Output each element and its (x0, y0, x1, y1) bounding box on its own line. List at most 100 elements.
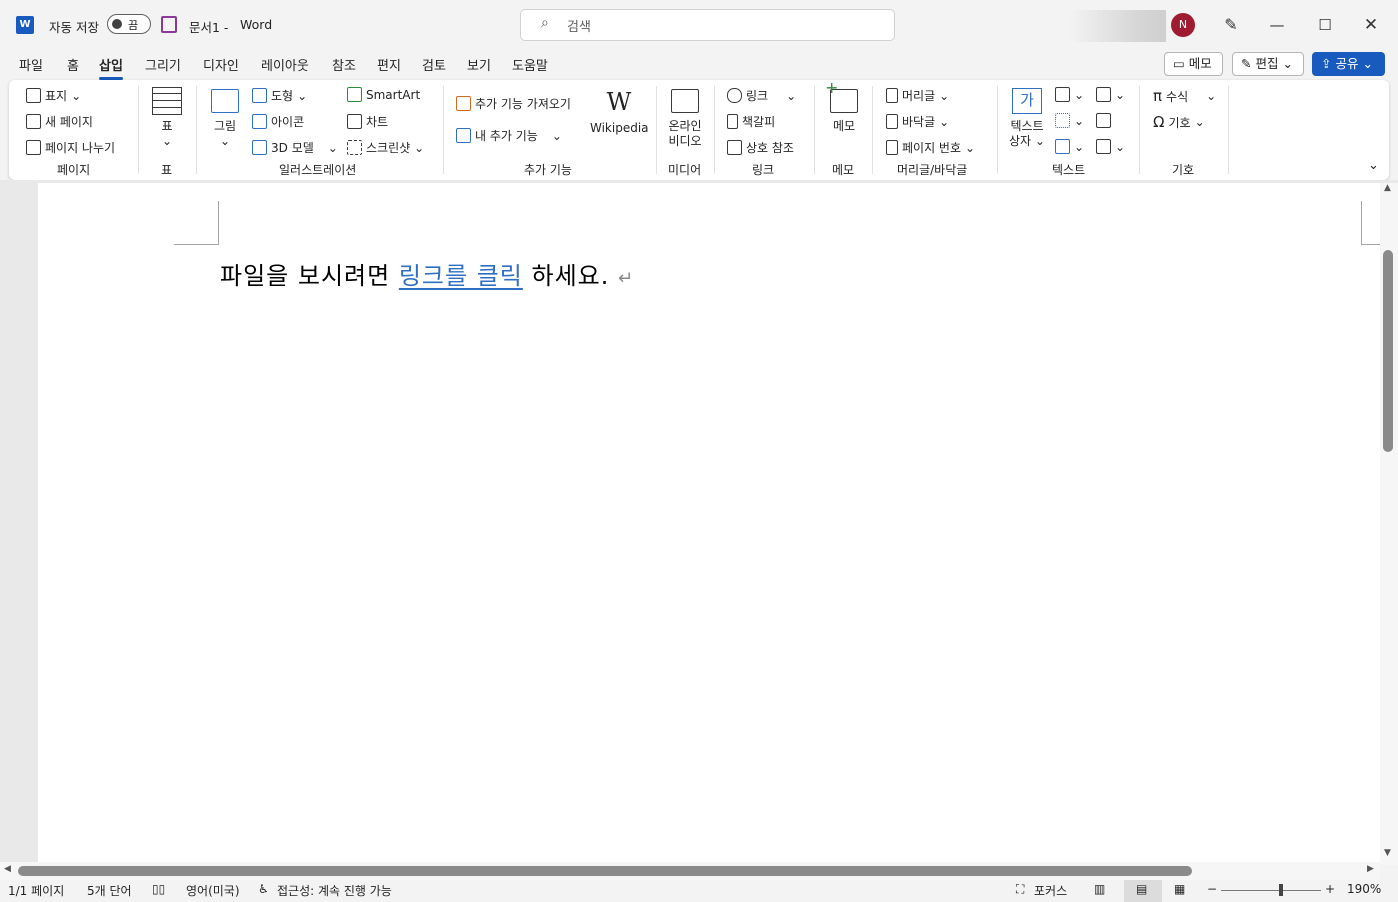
table-button[interactable]: 표 ⌄ (150, 87, 184, 149)
toggle-knob (112, 19, 122, 29)
new-comment-icon: + (825, 80, 858, 113)
screenshot-button[interactable]: 스크린샷 ⌄ (347, 139, 424, 156)
symbol-button[interactable]: Ω 기호 ⌄ (1153, 113, 1205, 131)
new-page-icon (26, 114, 41, 129)
zoom-in-button[interactable]: + (1325, 882, 1335, 896)
scroll-left-arrow-icon[interactable]: ◀ (4, 864, 11, 874)
header-button[interactable]: 머리글 ⌄ (886, 87, 949, 104)
tab-view[interactable]: 보기 (467, 55, 491, 74)
read-mode-icon[interactable]: ▥ (1094, 882, 1105, 896)
tab-file[interactable]: 파일 (19, 55, 43, 74)
signature-line-button[interactable]: ⌄ (1096, 87, 1125, 102)
tab-help[interactable]: 도움말 (512, 55, 548, 74)
page-break-button[interactable]: 페이지 나누기 (26, 139, 115, 156)
quick-parts-button[interactable]: ⌄ (1055, 87, 1084, 102)
group-divider (443, 86, 444, 174)
scroll-up-arrow-icon[interactable]: ▲ (1384, 183, 1391, 193)
get-addins-button[interactable]: 추가 기능 가져오기 (456, 95, 571, 112)
date-time-button[interactable] (1096, 113, 1111, 128)
footer-label: 바닥글 (902, 115, 936, 129)
accessibility-status[interactable]: 접근성: 계속 진행 가능 (277, 882, 392, 899)
quick-parts-icon (1055, 87, 1070, 102)
document-paragraph[interactable]: 파일을 보시려면 링크를 클릭 하세요. ↵ (220, 256, 634, 291)
group-divider (196, 86, 197, 174)
vertical-scroll-thumb[interactable] (1383, 250, 1393, 452)
accessibility-icon: ♿ (258, 882, 269, 896)
pictures-button[interactable]: 그림 ⌄ (208, 89, 242, 149)
online-video-button[interactable]: 온라인 비디오 (664, 89, 706, 149)
chart-label: 차트 (366, 115, 389, 129)
edit-mode-button[interactable]: ✎ 편집 ⌄ (1232, 52, 1304, 76)
shapes-icon (252, 88, 267, 103)
text-box-button[interactable]: 가 텍스트 상자 ⌄ (1006, 88, 1048, 149)
zoom-level[interactable]: 190% (1347, 882, 1381, 896)
group-label-media: 미디어 (668, 163, 702, 177)
shapes-button[interactable]: 도형 ⌄ (252, 87, 307, 104)
focus-mode[interactable]: 포커스 (1034, 882, 1067, 899)
language[interactable]: 영어(미국) (186, 882, 240, 899)
group-label-illustrations: 일러스트레이션 (279, 163, 357, 177)
tab-review[interactable]: 검토 (422, 55, 446, 74)
equation-button[interactable]: π 수식 ⌄ (1153, 87, 1216, 105)
bookmark-button[interactable]: 책갈피 (727, 113, 775, 130)
pictures-label: 그림 (213, 119, 237, 133)
chevron-down-icon: ⌄ (1074, 87, 1085, 102)
tab-draw[interactable]: 그리기 (145, 55, 181, 74)
zoom-slider-thumb[interactable] (1279, 884, 1283, 896)
wordart-button[interactable]: ⌄ (1055, 113, 1084, 128)
my-addins-button[interactable]: 내 추가 기능 ⌄ (456, 127, 562, 144)
close-button[interactable]: ✕ (1356, 12, 1386, 38)
new-comment-button[interactable]: + 메모 (825, 80, 862, 134)
chevron-down-icon: ⌄ (1074, 139, 1085, 154)
ribbon-expand-chevron-icon[interactable]: ⌄ (1368, 158, 1379, 173)
avatar[interactable]: N (1171, 13, 1195, 37)
zoom-out-button[interactable]: − (1207, 882, 1217, 896)
object-button[interactable]: ⌄ (1096, 139, 1125, 154)
cross-reference-button[interactable]: 상호 참조 (727, 139, 794, 156)
link-button[interactable]: 링크 ⌄ (727, 87, 796, 104)
hyperlink[interactable]: 링크를 클릭 (399, 262, 523, 290)
minimize-button[interactable]: — (1262, 12, 1292, 38)
tab-references[interactable]: 참조 (332, 55, 356, 74)
page-number-label: 페이지 번호 (902, 141, 962, 155)
word-count[interactable]: 5개 단어 (87, 882, 132, 899)
comment-button[interactable]: ▭ 메모 (1164, 52, 1223, 76)
page-count[interactable]: 1/1 페이지 (8, 882, 64, 899)
comment-label-ribbon: 메모 (832, 119, 856, 133)
web-layout-icon[interactable]: ▦ (1174, 882, 1185, 896)
horizontal-scroll-thumb[interactable] (18, 866, 1192, 876)
object-icon (1096, 139, 1111, 154)
new-page-button[interactable]: 새 페이지 (26, 113, 93, 130)
icons-button[interactable]: 아이콘 (252, 113, 304, 130)
book-icon[interactable]: ▯▯ (152, 882, 165, 896)
autosave-state: 끔 (128, 19, 139, 32)
chart-button[interactable]: 차트 (347, 113, 388, 130)
drop-cap-button[interactable]: ⌄ (1055, 139, 1084, 154)
smartart-label: SmartArt (366, 87, 421, 102)
chevron-down-icon: ⌄ (551, 128, 562, 143)
footer-button[interactable]: 바닥글 ⌄ (886, 113, 949, 130)
edit-label: 편집 (1255, 56, 1279, 71)
tab-insert[interactable]: 삽입 (99, 55, 123, 80)
scroll-down-arrow-icon[interactable]: ▼ (1384, 848, 1391, 858)
search-box[interactable]: ⌕ 검색 (520, 9, 895, 41)
maximize-button[interactable]: ☐ (1310, 12, 1340, 38)
print-layout-button[interactable]: ▤ (1124, 880, 1162, 902)
store-icon (456, 96, 471, 111)
tab-home[interactable]: 홈 (67, 55, 79, 74)
chevron-down-icon: ⌄ (71, 88, 82, 103)
scroll-right-arrow-icon[interactable]: ▶ (1367, 864, 1374, 874)
3d-models-button[interactable]: 3D 모델 ⌄ (252, 139, 338, 156)
zoom-slider[interactable] (1221, 890, 1321, 891)
tab-layout[interactable]: 레이아웃 (261, 55, 309, 74)
save-icon[interactable] (161, 16, 177, 33)
page-number-button[interactable]: 페이지 번호 ⌄ (886, 139, 975, 156)
tab-design[interactable]: 디자인 (203, 55, 239, 74)
wikipedia-button[interactable]: W Wikipedia (590, 89, 649, 136)
autosave-toggle[interactable]: 끔 (107, 14, 151, 34)
smartart-button[interactable]: SmartArt (347, 87, 420, 102)
tab-mailings[interactable]: 편지 (377, 55, 401, 74)
share-button[interactable]: ⇪ 공유 ⌄ (1312, 52, 1385, 76)
cover-page-button[interactable]: 표지 ⌄ (26, 87, 81, 104)
pen-icon[interactable]: ✎ (1216, 12, 1246, 38)
